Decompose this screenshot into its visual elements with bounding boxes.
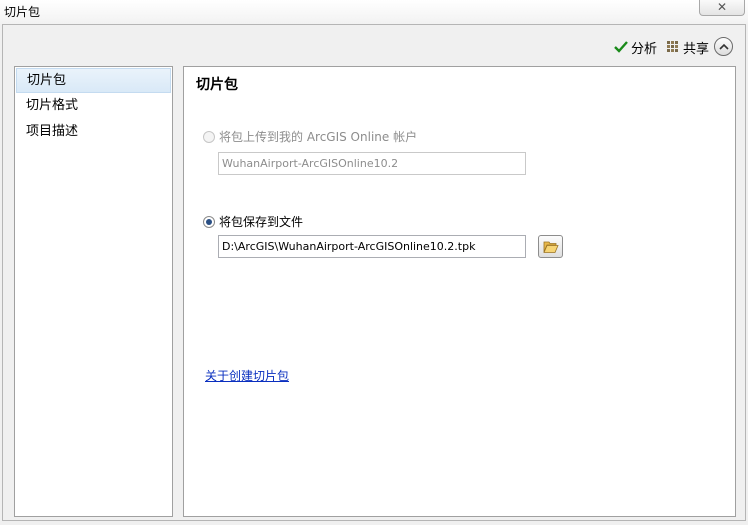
share-button[interactable]: 共享 (666, 37, 709, 57)
close-icon: ✕ (716, 0, 728, 14)
collapse-button[interactable] (714, 37, 733, 56)
sidebar: 切片包 切片格式 项目描述 (14, 66, 173, 517)
share-grid-icon (667, 40, 678, 52)
close-button[interactable]: ✕ (699, 0, 745, 16)
page-title: 切片包 (196, 77, 238, 93)
save-option: 将包保存到文件 (203, 213, 303, 230)
upload-option-label: 将包上传到我的 ArcGIS Online 帐户 (219, 130, 418, 144)
browse-button[interactable] (538, 235, 563, 258)
sidebar-item-tile-package[interactable]: 切片包 (16, 68, 171, 93)
share-label: 共享 (683, 41, 710, 57)
chevron-up-icon (718, 43, 729, 50)
analyze-label: 分析 (631, 41, 658, 57)
upload-option: 将包上传到我的 ArcGIS Online 帐户 (203, 128, 417, 145)
save-path-field[interactable]: D:\ArcGIS\WuhanAirport-ArcGISOnline10.2.… (218, 235, 526, 258)
sidebar-item-label: 项目描述 (26, 124, 79, 139)
analyze-button[interactable]: 分析 (614, 37, 657, 57)
title-bar: 切片包 ✕ (0, 0, 748, 24)
sidebar-item-item-description[interactable]: 项目描述 (15, 119, 172, 145)
window-title: 切片包 (4, 5, 41, 19)
sidebar-item-label: 切片包 (27, 73, 67, 88)
checkmark-icon (614, 41, 628, 53)
upload-name-field[interactable]: WuhanAirport-ArcGISOnline10.2 (218, 152, 526, 175)
dialog-frame: 分析 共享 切片包 切片格式 项目描述 切片包 将包上传到我的 ArcGIS O… (2, 24, 746, 521)
help-link[interactable]: 关于创建切片包 (205, 367, 289, 384)
save-radio[interactable] (203, 215, 215, 228)
upload-radio[interactable] (203, 130, 215, 143)
save-option-label: 将包保存到文件 (219, 215, 304, 229)
folder-open-icon (542, 241, 559, 253)
sidebar-item-tile-format[interactable]: 切片格式 (15, 93, 172, 119)
main-panel: 切片包 将包上传到我的 ArcGIS Online 帐户 WuhanAirpor… (183, 66, 736, 517)
sidebar-item-label: 切片格式 (26, 98, 79, 113)
